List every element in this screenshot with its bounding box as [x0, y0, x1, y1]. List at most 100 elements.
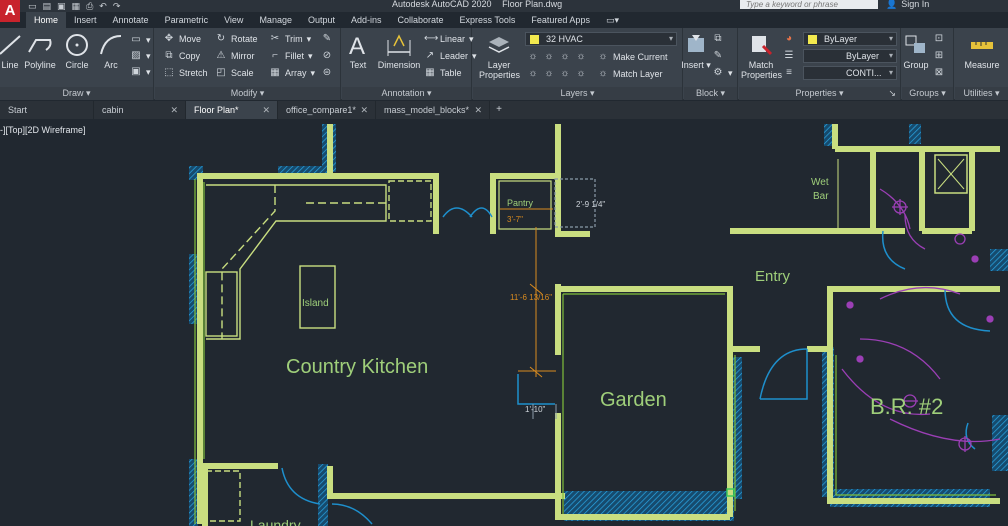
scale-button[interactable]: ◰ Scale: [215, 67, 253, 79]
tab-manage[interactable]: Manage: [251, 12, 300, 28]
file-tab-office-compare[interactable]: office_compare1* ✕: [278, 101, 376, 119]
print-icon[interactable]: ⎙: [86, 1, 93, 12]
tab-insert[interactable]: Insert: [66, 12, 105, 28]
properties-panel: Match Properties ◕ ☰ ≡ ByLayer ▾ ByLayer…: [739, 28, 901, 100]
groups-panel-title[interactable]: Groups ▾: [902, 87, 953, 100]
tab-home[interactable]: Home: [26, 12, 67, 28]
block-panel-title[interactable]: Block ▾: [684, 87, 737, 100]
tab-parametric[interactable]: Parametric: [157, 12, 217, 28]
linetype-dropdown[interactable]: ByLayer ▾: [803, 49, 897, 63]
insert-button[interactable]: Insert ▾: [676, 32, 716, 71]
annotation-panel: A Text Dimension ⟷ Linear ▾ ↗ Leader ▾ ▦ Ta…: [342, 28, 477, 100]
lineweight-dropdown[interactable]: CONTI... ▾: [803, 66, 897, 80]
offset-icon[interactable]: ⊜: [321, 67, 333, 79]
match-properties-button[interactable]: Match Properties: [741, 32, 782, 80]
ribbon-options-icon[interactable]: ▭▾: [598, 12, 627, 28]
copy-button[interactable]: ⧉ Copy: [163, 50, 200, 62]
close-icon[interactable]: ✕: [474, 101, 482, 119]
ungroup-icon[interactable]: ⊡: [933, 33, 945, 45]
layer-tools-row1[interactable]: ☼ ☼ ☼ ☼: [527, 51, 587, 63]
label-bar: Bar: [813, 191, 829, 202]
mirror-button[interactable]: ⚠ Mirror: [215, 50, 255, 62]
group-edit-icon[interactable]: ⊞: [933, 50, 945, 62]
search-input[interactable]: Type a keyword or phrase: [740, 0, 878, 9]
make-current-button[interactable]: ☼ Make Current: [597, 51, 667, 63]
app-name: Autodesk AutoCAD 2020: [392, 0, 492, 9]
draw-panel-title[interactable]: Draw ▾: [0, 87, 153, 100]
app-logo[interactable]: A: [0, 0, 20, 22]
redo-icon[interactable]: ↷: [113, 1, 121, 12]
tab-express-tools[interactable]: Express Tools: [452, 12, 524, 28]
move-button[interactable]: ✥ Move: [163, 33, 201, 45]
group-button[interactable]: Group: [896, 32, 936, 70]
close-icon[interactable]: ✕: [262, 101, 270, 119]
leader-button[interactable]: ↗ Leader ▾: [424, 50, 477, 62]
dimension-button[interactable]: Dimension: [376, 32, 422, 70]
layer-dropdown[interactable]: 32 HVAC ▾: [525, 32, 677, 46]
utilities-panel-title[interactable]: Utilities ▾: [955, 87, 1008, 100]
block-attributes-icon[interactable]: ⚙ ▾: [712, 67, 733, 79]
file-tab-start[interactable]: Start: [0, 101, 94, 119]
chevron-down-icon: ▾: [888, 68, 893, 77]
annotation-panel-title[interactable]: Annotation ▾: [342, 87, 471, 100]
document-title: Autodesk AutoCAD 2020 Floor Plan.dwg: [392, 0, 570, 9]
text-button[interactable]: A Text: [338, 32, 378, 70]
open-file-icon[interactable]: ▤: [43, 1, 52, 12]
close-icon[interactable]: ✕: [170, 101, 178, 119]
file-tab-cabin-elevation[interactable]: cabin elevation✕: [94, 101, 186, 133]
dimension-icon: [387, 34, 411, 56]
arc-button[interactable]: Arc: [91, 32, 131, 70]
save-as-icon[interactable]: ▦: [72, 1, 81, 12]
utilities-panel: Measure Utilities ▾: [955, 28, 1008, 100]
tab-featured-apps[interactable]: Featured Apps: [523, 12, 598, 28]
layer-tools-row2[interactable]: ☼ ☼ ☼ ☼: [527, 68, 587, 80]
tab-annotate[interactable]: Annotate: [105, 12, 157, 28]
tab-collaborate[interactable]: Collaborate: [390, 12, 452, 28]
move-icon: ✥: [164, 33, 174, 44]
explode-icon[interactable]: ⊘: [321, 50, 333, 62]
make-current-icon: ☼: [598, 51, 608, 62]
color-wheel-icon[interactable]: ◕: [783, 33, 795, 45]
linear-button[interactable]: ⟷ Linear ▾: [424, 33, 474, 45]
add-tab-icon[interactable]: +: [490, 101, 508, 119]
tab-view[interactable]: View: [216, 12, 251, 28]
rotate-button[interactable]: ↻ Rotate: [215, 33, 258, 45]
modify-panel-title[interactable]: Modify ▾: [155, 87, 340, 100]
hatch-icon[interactable]: ▨ ▾: [130, 50, 150, 62]
linetype-icon[interactable]: ☰: [783, 50, 795, 62]
file-tab-floor-plan[interactable]: Floor Plan* ✕: [186, 101, 278, 119]
viewport-controls[interactable]: -][Top][2D Wireframe]: [0, 125, 86, 135]
save-icon[interactable]: ▣: [57, 1, 66, 12]
properties-panel-title[interactable]: Properties ▾ ↘: [739, 87, 900, 100]
color-dropdown[interactable]: ByLayer ▾: [803, 32, 897, 46]
drawing-canvas[interactable]: -][Top][2D Wireframe] Country Kitchen Is…: [0, 119, 1008, 526]
measure-button[interactable]: Measure: [959, 32, 1005, 70]
fillet-icon: ⌐: [272, 50, 278, 61]
sign-in-button[interactable]: 👤 Sign In: [886, 0, 929, 9]
close-icon[interactable]: ✕: [360, 101, 368, 119]
match-layer-button[interactable]: ☼ Match Layer: [597, 68, 662, 80]
file-tab-mass-model-blocks[interactable]: mass_model_blocks* ✕: [376, 101, 490, 119]
tab-add-ins[interactable]: Add-ins: [343, 12, 390, 28]
layers-panel-title[interactable]: Layers ▾: [473, 87, 682, 100]
autocad-window: A ▭ ▤ ▣ ▦ ⎙ ↶ ↷ Autodesk AutoCAD 2020 Fl…: [0, 0, 1008, 526]
polyline-button[interactable]: Polyline: [20, 32, 60, 70]
rectangle-icon[interactable]: ▭ ▾: [130, 34, 150, 46]
table-button[interactable]: ▦ Table: [424, 67, 461, 79]
panel-launcher-icon[interactable]: ↘: [888, 87, 896, 100]
create-block-icon[interactable]: ⧉: [712, 33, 724, 45]
fillet-button[interactable]: ⌐ Fillet ▾: [269, 50, 312, 62]
stretch-button[interactable]: ⬚ Stretch: [163, 67, 207, 79]
tab-output[interactable]: Output: [300, 12, 343, 28]
undo-icon[interactable]: ↶: [99, 1, 107, 12]
boundary-icon[interactable]: ▣ ▾: [130, 66, 150, 78]
erase-icon[interactable]: ✎: [321, 33, 333, 45]
lineweight-icon[interactable]: ≡: [783, 67, 795, 79]
array-button[interactable]: ▦ Array ▾: [269, 67, 315, 79]
trim-button[interactable]: ✂ Trim ▾: [269, 33, 311, 45]
edit-block-icon[interactable]: ✎: [712, 50, 724, 62]
dimension-lines: [500, 208, 557, 419]
new-file-icon[interactable]: ▭: [28, 1, 37, 12]
layer-properties-button[interactable]: Layer Properties: [479, 32, 520, 80]
group-select-icon[interactable]: ⊠: [933, 67, 945, 79]
